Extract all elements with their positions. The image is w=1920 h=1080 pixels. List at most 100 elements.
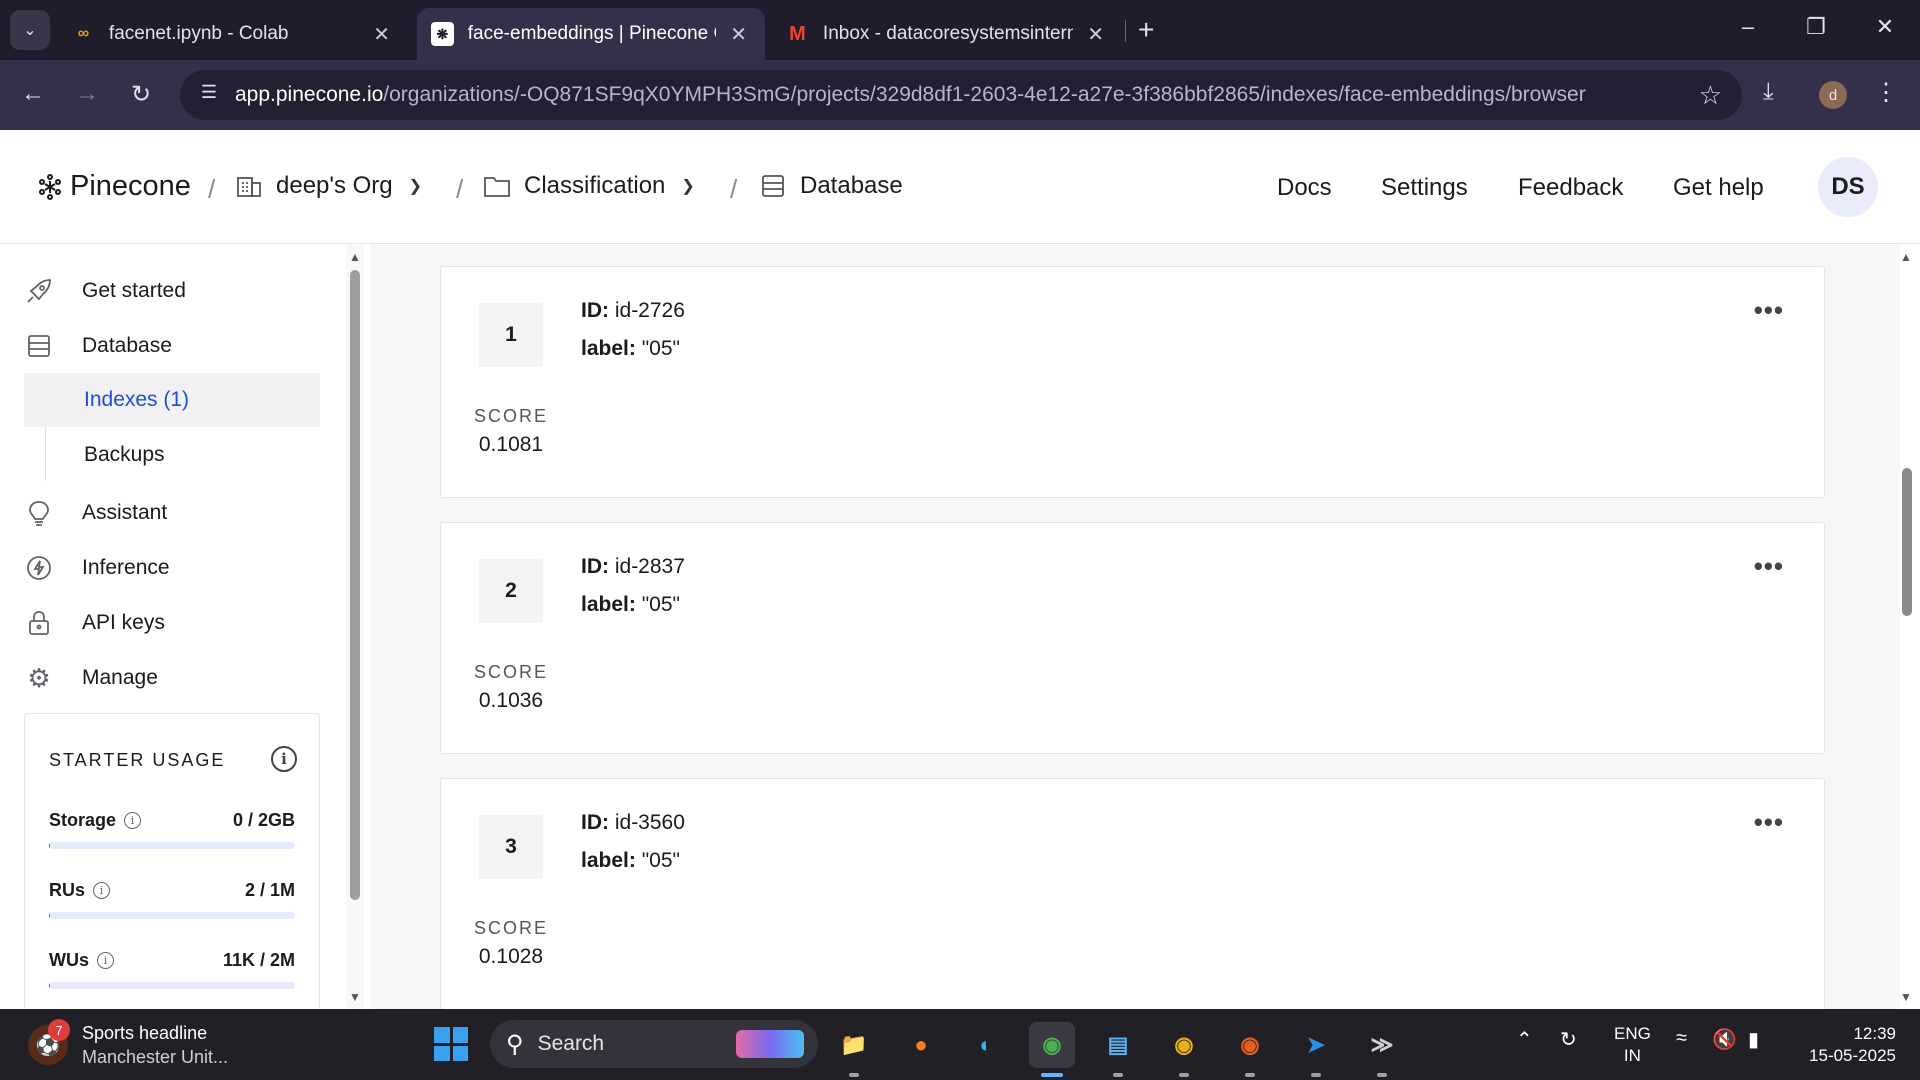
breadcrumb-database[interactable]: Database — [760, 172, 903, 200]
colab-icon: ∞ — [77, 25, 90, 42]
database-icon — [760, 173, 786, 199]
lang-region: IN — [1623, 1046, 1641, 1065]
reload-icon: ↻ — [130, 81, 152, 108]
download-icon[interactable]: ⤓ — [1763, 78, 1774, 106]
sidebar-item-indexes[interactable]: Indexes (1) — [24, 373, 320, 427]
settings-link[interactable]: Settings — [1381, 174, 1468, 202]
tab-search-button[interactable]: ⌄ — [10, 10, 50, 50]
result-id: ID: id-2837 — [581, 555, 685, 579]
windows-start-icon[interactable] — [434, 1027, 468, 1061]
close-icon[interactable]: ✕ — [1083, 22, 1108, 47]
vscode-icon[interactable]: ➤ — [1293, 1022, 1339, 1077]
sidebar-item-inference[interactable]: Inference — [24, 544, 320, 592]
back-button[interactable]: ← — [16, 80, 50, 108]
file-explorer-icon[interactable]: 📁 — [831, 1022, 877, 1077]
sidebar-item-label: Manage — [82, 666, 158, 689]
docs-link[interactable]: Docs — [1277, 174, 1332, 202]
pinecone-logo[interactable]: Pinecone — [36, 170, 191, 203]
tab-pinecone[interactable]: ❋ face-embeddings | Pinecone Co ✕ — [417, 8, 765, 60]
sidebar-item-get-started[interactable]: Get started — [24, 267, 320, 315]
sidebar: Get started Database Indexes (1) Backups… — [0, 245, 340, 1009]
scroll-up-arrow-icon[interactable]: ▲ — [349, 250, 361, 264]
chrome-profile-a-icon[interactable]: ◉ — [1227, 1022, 1273, 1077]
chrome-profile-d-icon[interactable]: ◉ — [1029, 1022, 1075, 1077]
score-label: SCORE — [473, 918, 548, 938]
label-key: label: — [581, 849, 636, 872]
id-value: id-2726 — [614, 299, 685, 322]
more-options-icon[interactable]: ••• — [1754, 807, 1784, 838]
language-indicator[interactable]: ENG IN — [1614, 1023, 1651, 1067]
score-label: SCORE — [473, 406, 548, 426]
battery-icon[interactable]: ▮ — [1748, 1027, 1759, 1052]
url-input[interactable]: ☰ app.pinecone.io/organizations/-OQ871SF… — [180, 70, 1742, 120]
sidebar-item-database[interactable]: Database — [24, 322, 320, 370]
firefox-icon[interactable]: ● — [898, 1022, 944, 1068]
notepad-icon[interactable]: ▤ — [1095, 1022, 1141, 1077]
arrow-right-icon: → — [75, 80, 99, 107]
breadcrumb-separator: / — [208, 174, 216, 204]
user-avatar[interactable]: DS — [1818, 157, 1878, 217]
sidebar-scroll-thumb[interactable] — [350, 270, 360, 900]
info-icon[interactable]: i — [93, 882, 111, 899]
minimize-button[interactable]: – — [1728, 14, 1768, 40]
info-icon[interactable]: i — [124, 812, 142, 829]
usage-row-rus: RUs i 2 / 1M — [49, 880, 295, 919]
usage-label-text: WUs — [49, 950, 89, 970]
taskbar-search[interactable]: ⚲ Search — [490, 1020, 818, 1068]
terminal-icon[interactable]: ≫ — [1359, 1022, 1405, 1077]
news-text: Sports headline Manchester Unit... — [82, 1021, 228, 1069]
scroll-down-arrow-icon[interactable]: ▼ — [349, 990, 361, 1004]
more-options-icon[interactable]: ••• — [1754, 295, 1784, 326]
restore-button[interactable]: ❐ — [1796, 14, 1836, 40]
forward-button[interactable]: → — [70, 80, 104, 108]
scroll-up-arrow-icon[interactable]: ▲ — [1900, 250, 1912, 264]
news-widget[interactable]: ⚽ 7 Sports headline Manchester Unit... — [28, 1019, 228, 1069]
lang-code: ENG — [1614, 1024, 1651, 1043]
clock-date: 15-05-2025 — [1809, 1046, 1896, 1065]
url-path: /organizations/-OQ871SF9qX0YMPH3SmG/proj… — [383, 83, 1586, 106]
sidebar-subitem-label: Indexes (1) — [84, 388, 190, 411]
chevron-up-icon[interactable]: ⌃ — [1516, 1027, 1533, 1052]
chrome-icon[interactable]: ◉ — [1161, 1022, 1207, 1077]
tab-gmail[interactable]: M Inbox - datacoresystemsintern@ ✕ — [772, 8, 1122, 60]
clock[interactable]: 12:39 15-05-2025 — [1796, 1023, 1896, 1067]
search-highlight-art — [736, 1030, 804, 1058]
bookmark-star-icon[interactable]: ☆ — [1699, 80, 1722, 111]
site-settings-icon[interactable]: ☰ — [196, 82, 222, 108]
feedback-link[interactable]: Feedback — [1518, 174, 1623, 202]
speaker-muted-icon[interactable]: 🔇 — [1712, 1027, 1737, 1052]
pinecone-logo-icon — [39, 173, 61, 200]
usage-label-text: RUs — [49, 880, 86, 900]
usage-row-wus: WUs i 11K / 2M — [49, 950, 295, 989]
edge-icon[interactable]: ◐ — [963, 1022, 1009, 1068]
sidebar-item-backups[interactable]: Backups — [24, 428, 320, 482]
pinecone-icon: ❋ — [431, 22, 454, 46]
new-tab-button[interactable]: + — [1138, 14, 1154, 46]
browser-menu-icon[interactable]: ⋮ — [1874, 78, 1898, 107]
more-options-icon[interactable]: ••• — [1754, 551, 1784, 582]
sidebar-item-api-keys[interactable]: API keys — [24, 599, 320, 647]
wifi-icon[interactable]: ≈ — [1676, 1027, 1687, 1050]
lock-icon — [24, 608, 54, 638]
browser-profile-avatar[interactable]: d — [1819, 81, 1847, 109]
sidebar-item-manage[interactable]: ⚙ Manage — [24, 654, 320, 702]
window-close-button[interactable]: ✕ — [1865, 14, 1905, 40]
scroll-down-arrow-icon[interactable]: ▼ — [1900, 990, 1912, 1004]
breadcrumb-org[interactable]: deep's Org ❯ — [236, 172, 422, 200]
main-scroll-thumb[interactable] — [1902, 468, 1912, 616]
info-icon[interactable]: i — [271, 746, 297, 772]
plus-icon: + — [1138, 14, 1155, 45]
search-icon: ⚲ — [506, 1030, 524, 1058]
close-icon[interactable]: ✕ — [369, 22, 394, 47]
info-icon[interactable]: i — [97, 952, 114, 969]
sync-icon[interactable]: ↻ — [1560, 1027, 1577, 1052]
close-icon[interactable]: ✕ — [726, 22, 751, 47]
tab-colab[interactable]: ∞ facenet.ipynb - Colab ✕ — [58, 8, 408, 60]
breadcrumb-project[interactable]: Classification ❯ — [484, 172, 695, 200]
label-value: "05" — [641, 593, 680, 616]
sidebar-item-assistant[interactable]: Assistant — [24, 489, 320, 537]
reload-button[interactable]: ↻ — [124, 80, 158, 109]
usage-progress-bar — [49, 842, 295, 849]
windows-taskbar: ⚽ 7 Sports headline Manchester Unit... ⚲ … — [0, 1009, 1920, 1080]
get-help-link[interactable]: Get help — [1673, 174, 1764, 202]
